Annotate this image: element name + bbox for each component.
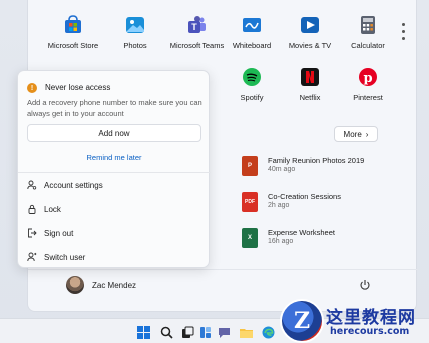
file-badge: P [247,163,252,169]
account-settings-icon [27,180,37,190]
menu-item-label: Lock [44,205,61,214]
app-label: Photos [123,41,147,50]
calculator-icon [358,15,378,35]
store-icon [63,15,83,35]
powerpoint-file-icon: P [242,156,258,176]
pinned-app-calculator[interactable]: Calculator [337,15,399,50]
add-now-button[interactable]: Add now [27,124,201,142]
avatar[interactable] [66,276,84,294]
more-button-label: More [343,129,362,139]
app-label: Movies & TV [288,41,332,50]
page-dot [402,30,405,33]
warning-icon: ! [27,83,37,93]
account-flyout: ! Never lose access Add a recovery phone… [17,70,211,268]
chevron-right-icon: › [365,129,369,139]
recommended-item-time: 40m ago [268,166,296,173]
app-label: Spotify [240,93,264,102]
pdf-file-icon: PDF [242,192,258,212]
spotify-icon [242,67,262,87]
recommended-item-title: Expense Worksheet [268,228,335,237]
file-badge: X [247,235,252,241]
footer-divider [28,269,418,270]
file-explorer-icon[interactable] [240,326,253,339]
movies-icon [300,15,320,35]
chat-icon[interactable] [218,326,231,339]
photos-icon [125,15,145,35]
task-view-icon[interactable] [181,326,194,339]
file-badge: PDF [245,199,255,205]
remind-me-later-link[interactable]: Remind me later [27,153,201,162]
switch-user-icon [27,252,37,262]
app-label: Calculator [351,41,385,50]
user-name[interactable]: Zac Mendez [92,281,136,290]
watermark-logo: Z 这里教程网 herecours.com [280,299,429,343]
pinned-app-movies-tv[interactable]: Movies & TV [279,15,341,50]
app-label: Microsoft Teams [169,41,225,50]
pinned-app-pinterest[interactable]: p Pinterest [337,67,399,102]
pinned-app-spotify[interactable]: Spotify [221,67,283,102]
flyout-divider [18,172,211,173]
watermark-title: 这里教程网 [326,308,416,328]
menu-item-label: Switch user [44,253,86,262]
pinned-app-netflix[interactable]: Netflix [279,67,341,102]
pinned-app-whiteboard[interactable]: Whiteboard [221,15,283,50]
lock-icon [28,204,36,214]
windows-start-icon[interactable] [137,326,150,339]
app-label: Microsoft Store [47,41,99,50]
app-label: Whiteboard [232,41,272,50]
search-icon[interactable] [160,326,173,339]
recommended-item[interactable]: X Expense Worksheet 16h ago [242,228,392,252]
power-button[interactable] [357,277,373,293]
recommended-item-title: Co-Creation Sessions [268,192,341,201]
edge-icon[interactable] [262,326,275,339]
watermark-letter: Z [293,308,311,334]
svg-text:T: T [191,22,197,32]
recommended-item[interactable]: PDF Co-Creation Sessions 2h ago [242,192,392,216]
recommended-item-time: 2h ago [268,202,290,209]
svg-text:p: p [363,71,372,86]
menu-item-sign-out[interactable]: Sign out [27,228,197,240]
excel-file-icon: X [242,228,258,248]
recommended-item-time: 16h ago [268,238,294,245]
teams-icon: T [187,15,207,35]
watermark-emblem-icon: Z [280,299,324,343]
pinned-app-microsoft-teams[interactable]: T Microsoft Teams [166,15,228,50]
menu-item-label: Sign out [44,229,74,238]
menu-item-label: Account settings [44,181,103,190]
pinterest-icon: p [358,67,378,87]
app-label: Netflix [299,93,321,102]
recommended-item[interactable]: P Family Reunion Photos 2019 40m ago [242,156,392,180]
page-dot [402,23,405,26]
more-button[interactable]: More › [334,126,378,142]
sign-out-icon [28,228,37,238]
menu-item-account-settings[interactable]: Account settings [27,180,197,192]
menu-item-switch-user[interactable]: Switch user [27,252,197,264]
watermark-url: herecours.com [330,326,410,337]
menu-item-lock[interactable]: Lock [27,204,197,216]
recommended-item-title: Family Reunion Photos 2019 [268,156,365,165]
app-label: Pinterest [353,93,383,102]
page-dot [402,37,405,40]
netflix-icon [300,67,320,87]
whiteboard-icon [242,15,262,35]
pinned-app-microsoft-store[interactable]: Microsoft Store [42,15,104,50]
warning-title: Never lose access [45,83,111,92]
widgets-icon[interactable] [199,326,212,339]
page-dots-indicator[interactable] [402,23,406,44]
pinned-app-photos[interactable]: Photos [104,15,166,50]
power-icon [360,280,370,290]
warning-text: Add a recovery phone number to make sure… [27,98,202,118]
